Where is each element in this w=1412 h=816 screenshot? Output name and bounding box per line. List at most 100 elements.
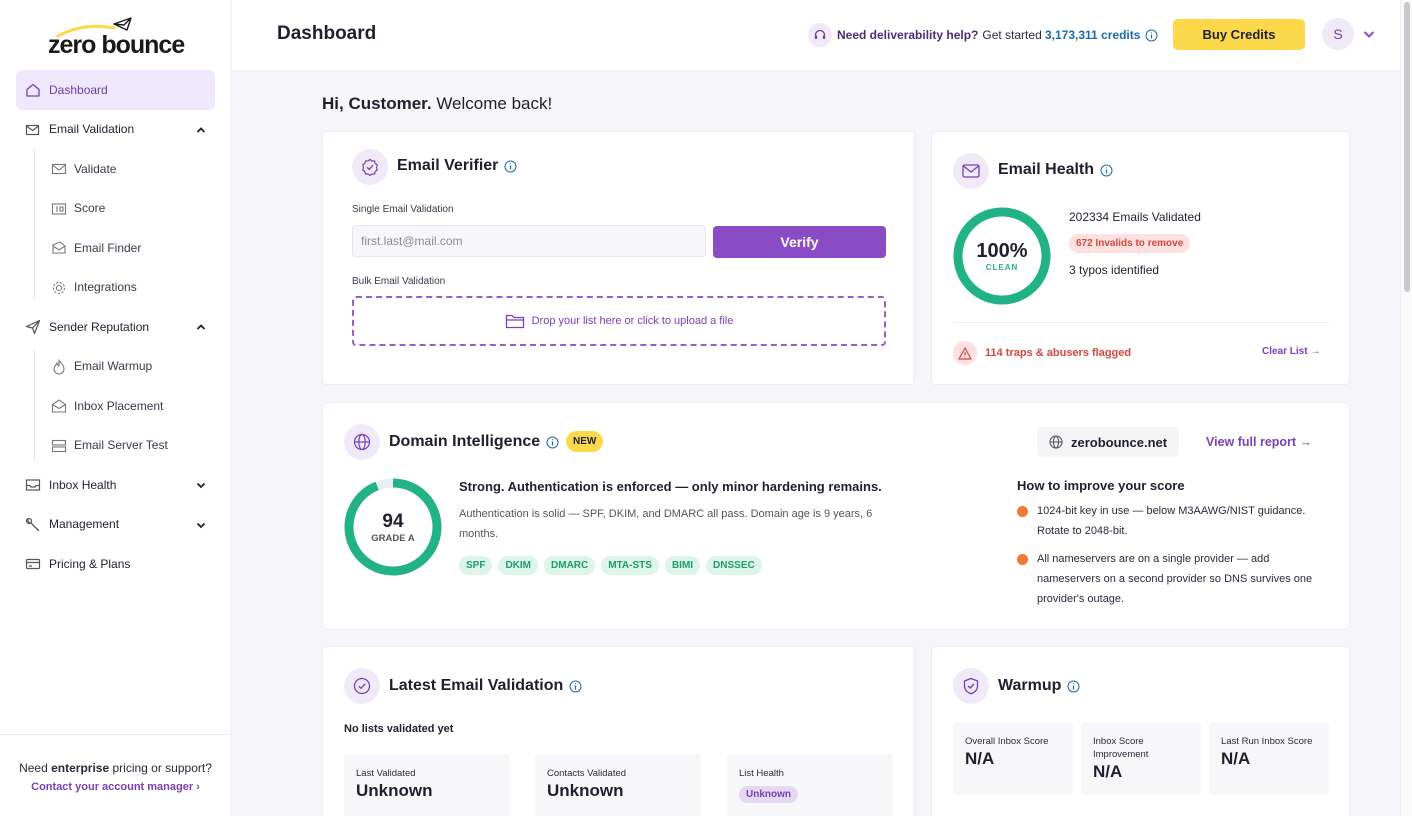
- domain-score: 94: [382, 510, 404, 532]
- chevron-up-icon[interactable]: [195, 321, 207, 333]
- sidebar-item-sender-reputation[interactable]: Sender Reputation: [16, 307, 215, 347]
- zerobounce-logo[interactable]: zero bounce: [48, 16, 188, 60]
- stat-contacts-validated: Contacts Validated Unknown: [535, 754, 701, 816]
- info-icon[interactable]: [504, 160, 517, 173]
- tag-dmarc: DMARC: [544, 556, 596, 575]
- chevron-down-icon[interactable]: [1362, 28, 1376, 40]
- sidebar-item-label: Email Server Test: [74, 438, 168, 453]
- invalids-badge: 672 Invalids to remove: [1069, 234, 1191, 253]
- top-header: Dashboard Need deliverability help? Get …: [232, 0, 1400, 70]
- chevron-down-icon[interactable]: [195, 479, 207, 491]
- domain-intelligence-title: Domain Intelligence: [389, 433, 559, 451]
- stat-overall-inbox-score: Overall Inbox Score N/A: [953, 722, 1073, 795]
- warning-icon: [953, 341, 977, 365]
- gear-icon: [52, 281, 66, 294]
- tag-dnssec: DNSSEC: [706, 556, 762, 575]
- info-icon[interactable]: [1100, 164, 1113, 177]
- sidebar-item-integrations[interactable]: Integrations: [16, 268, 215, 308]
- sidebar-item-label: Pricing & Plans: [49, 556, 131, 571]
- nav-tree-line: [34, 350, 35, 462]
- email-input[interactable]: [352, 225, 706, 257]
- sidebar-item-inbox-placement[interactable]: Inbox Placement: [16, 386, 215, 426]
- health-percent-label: CLEAN: [985, 263, 1019, 272]
- divider: [953, 322, 1329, 323]
- info-icon[interactable]: [546, 436, 559, 449]
- sidebar-item-pricing-plans[interactable]: Pricing & Plans: [16, 544, 215, 584]
- flame-icon: [53, 358, 65, 374]
- domain-score-ring: 94 GRADE A: [343, 477, 443, 577]
- no-lists-text: No lists validated yet: [344, 723, 454, 735]
- tag-mta-sts: MTA-STS: [601, 556, 659, 575]
- improvement-item: All nameservers are on a single provider…: [1017, 549, 1333, 609]
- globe-icon: [344, 424, 380, 460]
- shield-check-icon: [953, 668, 989, 704]
- bulk-validation-label: Bulk Email Validation: [352, 276, 446, 287]
- help-text: Need deliverability help?: [837, 28, 979, 42]
- stat-last-run-inbox-score: Last Run Inbox Score N/A: [1209, 722, 1329, 795]
- sidebar-item-label: Email Validation: [49, 122, 135, 137]
- improve-title: How to improve your score: [1017, 478, 1185, 493]
- traps-flagged: 114 traps & abusers flagged: [953, 341, 1131, 365]
- verify-button[interactable]: Verify: [713, 226, 886, 258]
- nav-tree-line: [34, 148, 35, 300]
- stat-list-health: List Health Unknown: [727, 754, 893, 816]
- sidebar-item-score[interactable]: Score: [16, 189, 215, 229]
- chevron-down-icon[interactable]: [195, 519, 207, 531]
- get-started-link[interactable]: Get started: [982, 28, 1041, 42]
- open-envelope-icon: [51, 399, 67, 413]
- warmup-title: Warmup: [998, 677, 1080, 695]
- envelope-icon: [51, 163, 67, 175]
- email-finder-icon: [52, 241, 66, 254]
- contact-account-manager-link[interactable]: Contact your account manager ›: [0, 781, 231, 793]
- email-verifier-title: Email Verifier: [397, 157, 517, 175]
- sidebar-item-label: Sender Reputation: [49, 319, 150, 334]
- credits-text: 3,173,311 credits: [1045, 28, 1141, 42]
- globe-icon: [1049, 435, 1063, 449]
- new-badge: NEW: [566, 431, 604, 452]
- sidebar-item-validate[interactable]: Validate: [16, 149, 215, 189]
- sidebar: zero bounce Dashboard Email Validation V…: [0, 0, 232, 816]
- sidebar-nav: Dashboard Email Validation Validate Scor…: [16, 70, 215, 584]
- page-title: Dashboard: [277, 23, 377, 44]
- sidebar-item-email-warmup[interactable]: Email Warmup: [16, 347, 215, 387]
- sidebar-item-inbox-health[interactable]: Inbox Health: [16, 465, 215, 505]
- sidebar-item-label: Dashboard: [49, 82, 108, 97]
- enterprise-text: Need enterprise pricing or support?: [19, 761, 212, 775]
- sidebar-item-email-finder[interactable]: Email Finder: [16, 228, 215, 268]
- scrollbar-thumb[interactable]: [1404, 2, 1410, 292]
- health-ring: 100% CLEAN: [952, 206, 1052, 306]
- sidebar-item-email-server-test[interactable]: Email Server Test: [16, 426, 215, 466]
- domain-grade: GRADE A: [371, 532, 415, 544]
- domain-headline: Strong. Authentication is enforced — onl…: [459, 479, 882, 494]
- verified-check-icon: [352, 149, 388, 185]
- domain-selector[interactable]: zerobounce.net: [1037, 427, 1180, 457]
- email-health-card: Email Health 100% CLEAN 202334 Emails Va…: [931, 131, 1350, 385]
- info-icon[interactable]: [1067, 680, 1080, 693]
- tag-bimi: BIMI: [664, 556, 701, 575]
- logo-envelope-icon: [113, 17, 132, 31]
- warning-dot: [1017, 554, 1028, 565]
- credits-balance[interactable]: 3,173,311 credits: [1045, 28, 1158, 42]
- domain-intelligence-card: Domain Intelligence NEW zerobounce.net V…: [322, 402, 1350, 630]
- info-icon[interactable]: [569, 680, 582, 693]
- enterprise-support: Need enterprise pricing or support? Cont…: [0, 734, 231, 816]
- scrollbar[interactable]: [1400, 0, 1412, 816]
- warning-dot: [1017, 506, 1028, 517]
- sidebar-item-dashboard[interactable]: Dashboard: [16, 70, 215, 110]
- chevron-up-icon[interactable]: [195, 124, 207, 136]
- welcome-greeting: Hi, Customer. Welcome back!: [322, 94, 553, 113]
- view-full-report-link[interactable]: View full report →: [1206, 435, 1312, 449]
- emails-validated: 202334 Emails Validated: [1069, 210, 1201, 224]
- sidebar-item-email-validation[interactable]: Email Validation: [16, 110, 215, 150]
- sidebar-item-management[interactable]: Management: [16, 505, 215, 545]
- sidebar-item-label: Management: [49, 517, 120, 532]
- deliverability-help[interactable]: Need deliverability help? Get started: [808, 23, 1042, 47]
- avatar[interactable]: S: [1322, 18, 1354, 50]
- buy-credits-button[interactable]: Buy Credits: [1173, 19, 1305, 50]
- info-icon[interactable]: [1145, 29, 1158, 42]
- clear-list-link[interactable]: Clear List →: [1262, 346, 1320, 357]
- domain-description: Authentication is solid — SPF, DKIM, and…: [459, 508, 873, 540]
- file-dropzone[interactable]: Drop your list here or click to upload a…: [352, 296, 886, 346]
- email-verifier-card: Email Verifier Single Email Validation V…: [322, 131, 915, 385]
- improvement-item: 1024-bit key in use — below M3AAWG/NIST …: [1017, 501, 1333, 541]
